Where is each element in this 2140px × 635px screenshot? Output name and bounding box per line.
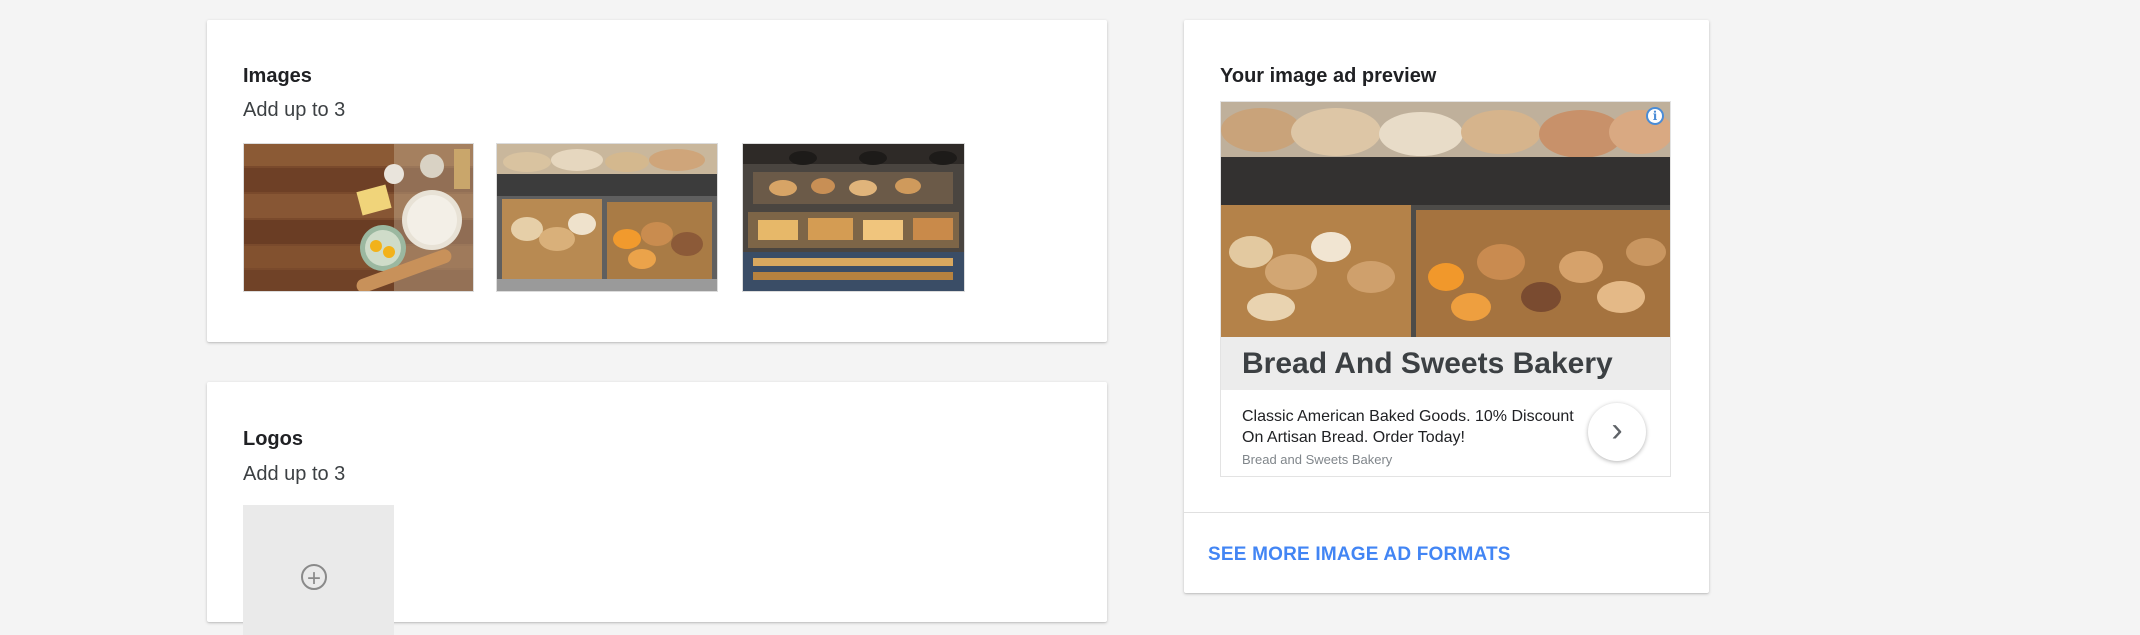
logos-subtitle: Add up to 3 <box>243 463 346 485</box>
images-card: Images Add up to 3 <box>207 20 1107 342</box>
chevron-right-icon[interactable]: › <box>1588 403 1646 461</box>
ad-bread-image <box>1221 102 1670 337</box>
info-icon[interactable]: i <box>1646 107 1664 125</box>
ad-business-name: Bread and Sweets Bakery <box>1242 452 1393 467</box>
ad-headline-bar: Bread And Sweets Bakery <box>1221 337 1670 390</box>
add-logo-button[interactable]: + <box>243 505 394 635</box>
bakery-shop-image[interactable] <box>742 143 965 292</box>
images-title: Images <box>243 65 312 87</box>
images-subtitle: Add up to 3 <box>243 99 346 121</box>
image-ad-preview[interactable]: i Bread And Sweets Bakery Classic Americ… <box>1220 101 1671 477</box>
preview-title: Your image ad preview <box>1220 65 1437 87</box>
ad-headline: Bread And Sweets Bakery <box>1242 347 1613 380</box>
card-divider <box>1184 512 1709 513</box>
plus-circle-icon: + <box>301 564 327 591</box>
ad-preview-card: Your image ad preview i Bread And Sweets… <box>1184 20 1709 593</box>
see-more-formats-link[interactable]: SEE MORE IMAGE AD FORMATS <box>1208 544 1511 566</box>
bread-baskets-image[interactable] <box>496 143 718 292</box>
ad-description: Classic American Baked Goods. 10% Discou… <box>1242 408 1574 446</box>
baking-ingredients-image[interactable] <box>243 143 474 292</box>
logos-title: Logos <box>243 428 303 450</box>
logos-card: Logos Add up to 3 + <box>207 382 1107 635</box>
